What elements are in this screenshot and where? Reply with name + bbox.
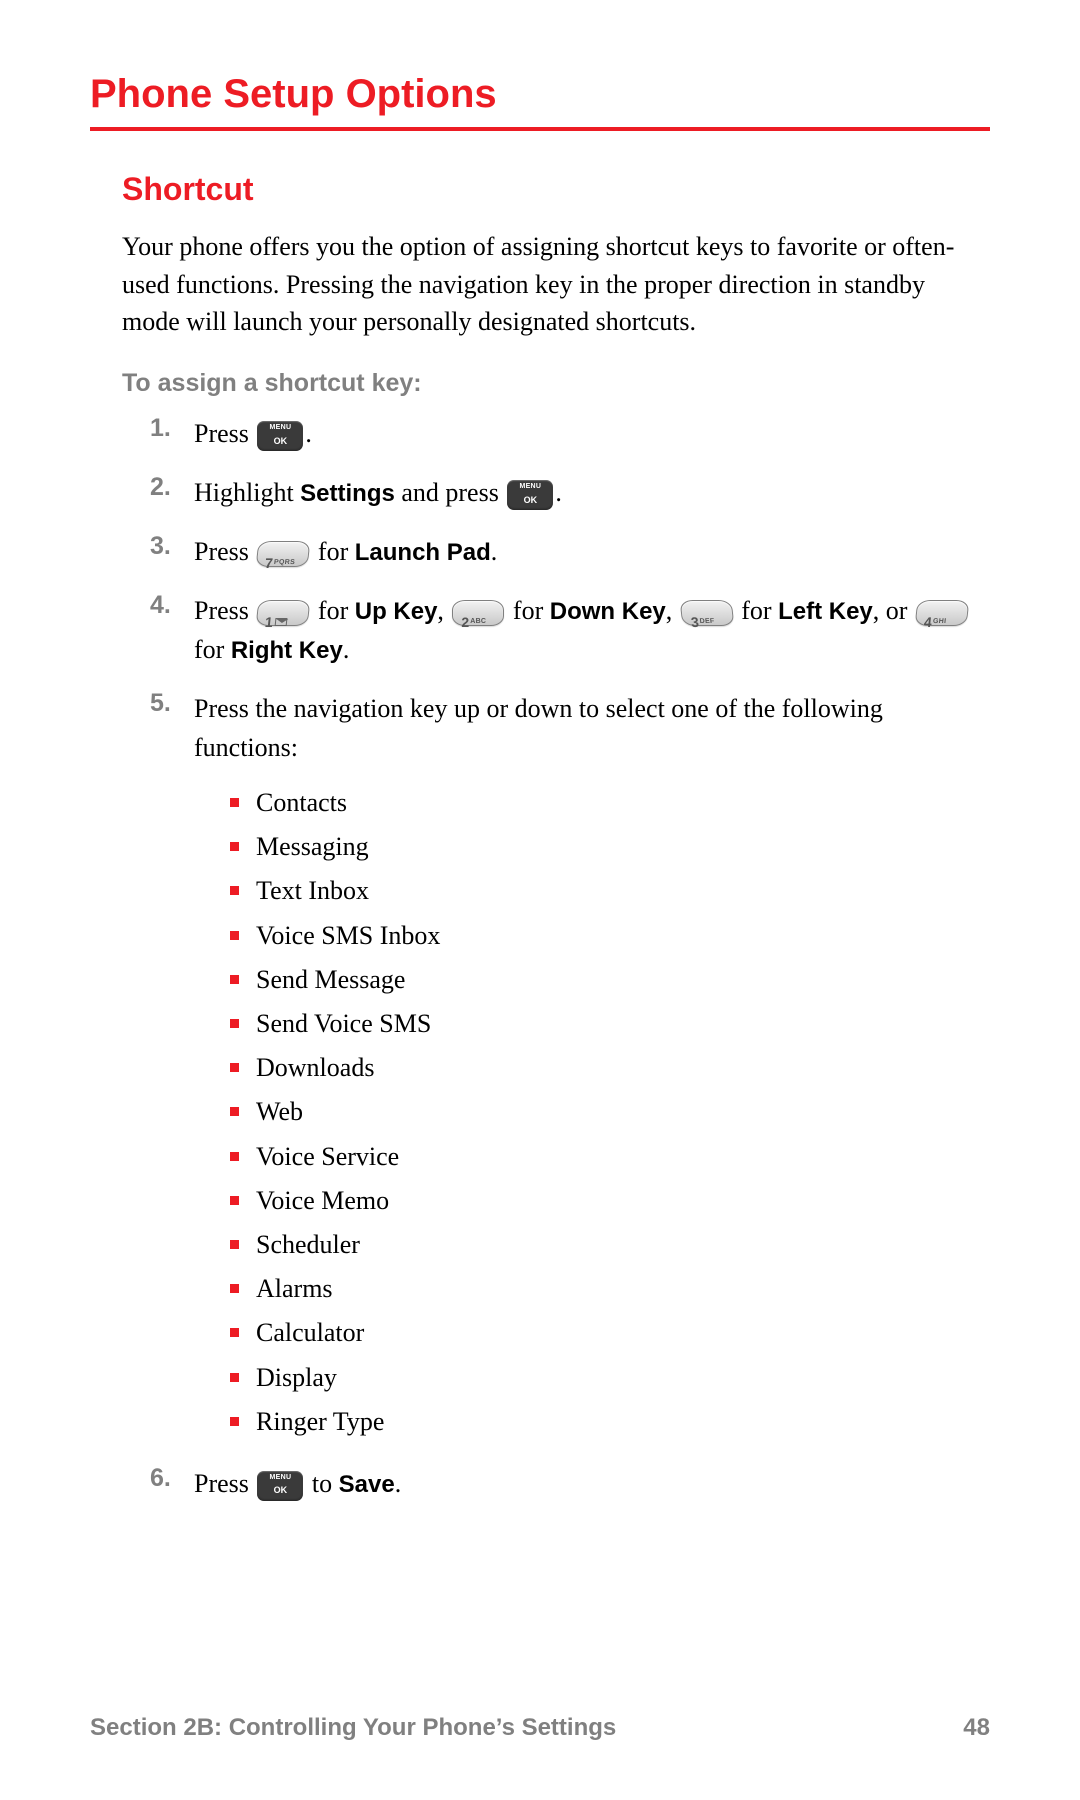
step-3: 3. Press 7PQRS for Launch Pad. — [150, 532, 990, 571]
list-item: Calculator — [230, 1311, 990, 1355]
text: for — [735, 596, 778, 625]
step-number: 6. — [150, 1464, 194, 1493]
page-number: 48 — [963, 1714, 990, 1742]
step-number: 3. — [150, 532, 194, 561]
text: Press the navigation key up or down to s… — [194, 694, 883, 762]
text: Highlight — [194, 478, 300, 507]
key-2-icon: 2ABC — [452, 600, 504, 626]
list-item: Downloads — [230, 1046, 990, 1090]
list-item: Messaging — [230, 825, 990, 869]
list-item: Contacts — [230, 781, 990, 825]
text: Press — [194, 596, 255, 625]
bold-text: Save — [339, 1471, 395, 1498]
step-5: 5. Press the navigation key up or down t… — [150, 689, 990, 1444]
text: , — [437, 596, 450, 625]
bold-text: Up Key — [355, 598, 438, 625]
page-footer: Section 2B: Controlling Your Phone’s Set… — [90, 1714, 990, 1742]
text: Press — [194, 537, 255, 566]
text: , or — [873, 596, 914, 625]
text: for — [506, 596, 549, 625]
bold-text: Down Key — [550, 598, 666, 625]
list-item: Ringer Type — [230, 1400, 990, 1444]
intro-paragraph: Your phone offers you the option of assi… — [122, 228, 980, 341]
text: for — [311, 596, 354, 625]
menu-ok-key-icon — [507, 480, 553, 510]
list-item: Voice SMS Inbox — [230, 914, 990, 958]
task-label: To assign a shortcut key: — [122, 369, 990, 398]
text: Press — [194, 1469, 255, 1498]
list-item: Voice Memo — [230, 1179, 990, 1223]
steps-list: 1. Press . 2. Highlight Settings and pre… — [150, 414, 990, 1503]
list-item: Send Voice SMS — [230, 1002, 990, 1046]
list-item: Voice Service — [230, 1135, 990, 1179]
step-body: Press to Save. — [194, 1464, 990, 1503]
step-2: 2. Highlight Settings and press . — [150, 473, 990, 512]
bold-text: Launch Pad — [355, 539, 491, 566]
list-item: Display — [230, 1356, 990, 1400]
list-item: Scheduler — [230, 1223, 990, 1267]
step-number: 2. — [150, 473, 194, 502]
bold-text: Settings — [300, 480, 395, 507]
step-number: 5. — [150, 689, 194, 718]
text: Press — [194, 419, 255, 448]
menu-ok-key-icon — [257, 1471, 303, 1501]
step-body: Press 7PQRS for Launch Pad. — [194, 532, 990, 571]
bold-text: Right Key — [231, 637, 343, 664]
key-4-icon: 4GHI — [915, 600, 970, 626]
bold-text: Left Key — [778, 598, 873, 625]
step-number: 4. — [150, 591, 194, 620]
list-item: Alarms — [230, 1267, 990, 1311]
list-item: Text Inbox — [230, 869, 990, 913]
section-heading: Shortcut — [122, 171, 990, 208]
list-item: Web — [230, 1090, 990, 1134]
functions-list: Contacts Messaging Text Inbox Voice SMS … — [230, 781, 990, 1444]
key-3-icon: 3DEF — [679, 600, 734, 626]
text: for — [311, 537, 354, 566]
text: and press — [395, 478, 505, 507]
text: . — [305, 419, 312, 448]
step-body: Press . — [194, 414, 990, 453]
step-body: Press the navigation key up or down to s… — [194, 689, 990, 1444]
text: . — [343, 635, 350, 664]
step-4: 4. Press 1 for Up Key, 2ABC for Down Key… — [150, 591, 990, 669]
step-body: Press 1 for Up Key, 2ABC for Down Key, 3… — [194, 591, 990, 669]
step-number: 1. — [150, 414, 194, 443]
text: . — [395, 1469, 402, 1498]
text: for — [194, 635, 231, 664]
text: , — [666, 596, 679, 625]
step-6: 6. Press to Save. — [150, 1464, 990, 1503]
step-body: Highlight Settings and press . — [194, 473, 990, 512]
footer-section: Section 2B: Controlling Your Phone’s Set… — [90, 1714, 616, 1742]
page-title: Phone Setup Options — [90, 72, 990, 131]
list-item: Send Message — [230, 958, 990, 1002]
step-1: 1. Press . — [150, 414, 990, 453]
text: . — [491, 537, 498, 566]
key-1-icon: 1 — [256, 600, 311, 626]
menu-ok-key-icon — [257, 421, 303, 451]
text: to — [305, 1469, 338, 1498]
text: . — [555, 478, 562, 507]
key-7-icon: 7PQRS — [256, 541, 311, 567]
